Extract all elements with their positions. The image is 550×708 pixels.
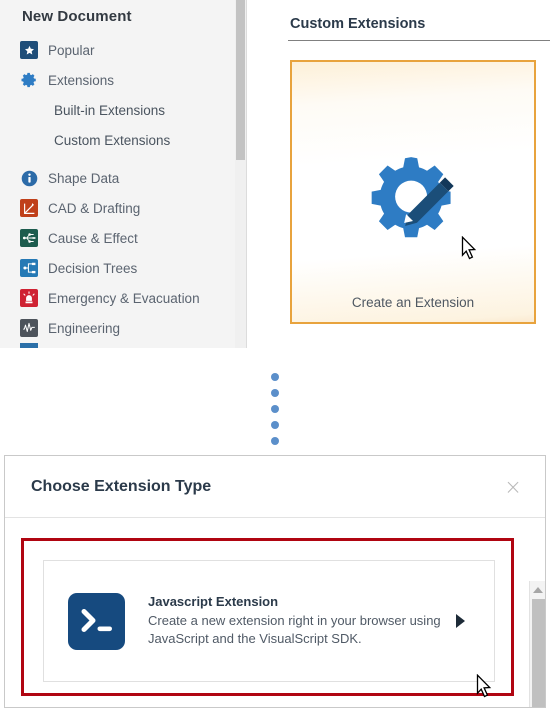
dialog-title: Choose Extension Type	[31, 477, 212, 495]
star-icon	[20, 41, 38, 59]
sidebar-item-built-in-extensions[interactable]: Built-in Extensions	[0, 95, 246, 125]
sidebar-item-label: Cause & Effect	[48, 230, 138, 246]
custom-extensions-panel: Custom Extensions Create an Extension	[288, 0, 550, 348]
sidebar-item-partial[interactable]	[0, 343, 246, 348]
sidebar-title: New Document	[22, 8, 132, 25]
sidebar-item-engineering[interactable]: Engineering	[0, 313, 246, 343]
sidebar-scrollbar[interactable]	[235, 0, 246, 348]
sidebar-item-label: Built-in Extensions	[54, 102, 166, 118]
terminal-icon	[68, 592, 125, 650]
loading-dot	[271, 373, 279, 381]
app-root: New Document Popular Extensions Built-in…	[0, 0, 550, 708]
gear-icon	[20, 71, 38, 89]
sidebar-item-cause-effect[interactable]: Cause & Effect	[0, 223, 246, 253]
sidebar-item-cad-drafting[interactable]: CAD & Drafting	[0, 193, 246, 223]
sidebar-item-label: CAD & Drafting	[48, 200, 141, 216]
dialog-body: Javascript Extension Create a new extens…	[5, 518, 545, 707]
chevron-right-icon[interactable]	[456, 614, 474, 628]
option-text: Javascript Extension Create a new extens…	[148, 594, 456, 649]
cad-icon	[20, 199, 38, 217]
sidebar-item-label: Decision Trees	[48, 260, 138, 276]
dialog-scrollbar-thumb[interactable]	[532, 599, 545, 707]
create-extension-label: Create an Extension	[351, 295, 475, 310]
sidebar-item-label: Extensions	[48, 72, 115, 88]
scroll-up-arrow-icon[interactable]	[532, 587, 543, 593]
page-title: Custom Extensions	[290, 16, 426, 32]
sidebar-item-shape-data[interactable]: Shape Data	[0, 163, 246, 193]
sidebar-item-popular[interactable]: Popular	[0, 35, 246, 65]
create-extension-card[interactable]: Create an Extension	[290, 60, 536, 324]
sidebar-item-label: Engineering	[48, 320, 121, 336]
loading-dot	[271, 421, 279, 429]
sidebar-item-decision-trees[interactable]: Decision Trees	[0, 253, 246, 283]
sidebar-scrollbar-thumb[interactable]	[236, 0, 245, 160]
loading-dots	[271, 373, 279, 453]
dialog-scrollbar[interactable]	[529, 581, 545, 707]
gear-pencil-icon	[357, 142, 470, 260]
engineering-icon	[20, 319, 38, 337]
option-description: Create a new extension right in your bro…	[148, 612, 441, 646]
loading-dot	[271, 437, 279, 445]
dialog-header: Choose Extension Type ×	[5, 456, 545, 518]
sidebar-item-label: Popular	[48, 42, 95, 58]
cause-effect-icon	[20, 229, 38, 247]
choose-extension-type-dialog: Choose Extension Type × Javascript Exten…	[4, 455, 546, 708]
info-icon	[20, 169, 38, 187]
partial-icon	[20, 343, 38, 348]
sidebar-item-extensions[interactable]: Extensions	[0, 65, 246, 95]
sidebar-item-label: Shape Data	[48, 170, 120, 186]
sidebar-item-custom-extensions[interactable]: Custom Extensions	[0, 125, 246, 155]
loading-dot	[271, 389, 279, 397]
loading-dot	[271, 405, 279, 413]
sidebar: New Document Popular Extensions Built-in…	[0, 0, 247, 348]
sidebar-item-label: Custom Extensions	[54, 132, 171, 148]
emergency-icon	[20, 289, 38, 307]
close-icon[interactable]: ×	[503, 476, 523, 497]
option-title: Javascript Extension	[148, 593, 279, 609]
extension-type-option-javascript[interactable]: Javascript Extension Create a new extens…	[43, 560, 495, 682]
title-divider	[288, 40, 550, 41]
decision-tree-icon	[20, 259, 38, 277]
sidebar-item-label: Emergency & Evacuation	[48, 290, 200, 306]
sidebar-item-emergency-evacuation[interactable]: Emergency & Evacuation	[0, 283, 246, 313]
